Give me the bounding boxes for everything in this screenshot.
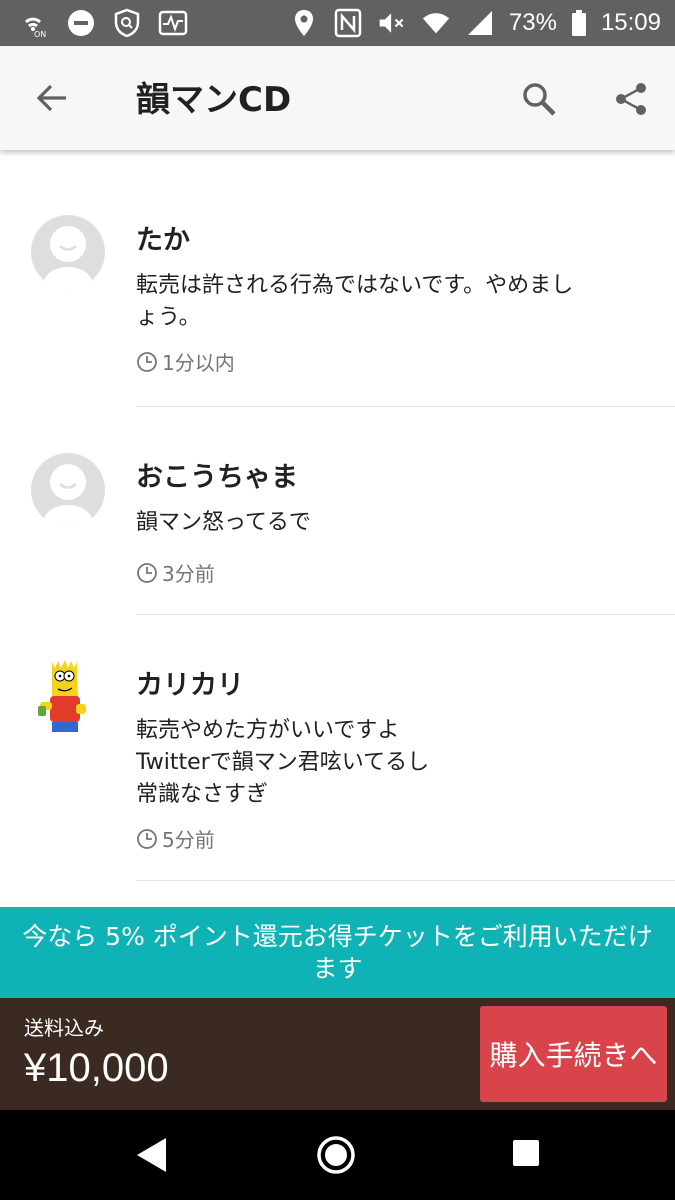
arrow-left-icon: [36, 84, 66, 112]
price: ¥10,000: [24, 1046, 169, 1090]
mute-icon: [377, 8, 407, 38]
clock-icon: [137, 351, 157, 372]
comment-time: 3分前: [136, 558, 215, 587]
comment-text-line: 転売やめた方がいいですよ: [136, 718, 400, 743]
battery-percent: 73%: [508, 9, 557, 36]
clock-icon: [137, 562, 157, 583]
comment-item: おこうちゃま 韻マン怒ってるで 3分前: [0, 408, 675, 616]
default-avatar-icon: [44, 464, 92, 527]
recent-square-icon[interactable]: [511, 1138, 541, 1168]
signal-icon: [465, 8, 495, 38]
purchase-bar: 送料込み ¥10,000 購入手続きへ: [0, 998, 675, 1110]
purchase-button[interactable]: 購入手続きへ: [480, 1006, 667, 1102]
comment-text-line: 転売は許される行為ではないです。やめまし: [136, 273, 574, 298]
comment-item: たか 転売は許される行為ではないです。やめまし ょう。 1分以内: [0, 150, 675, 408]
clock-icon: [137, 828, 157, 849]
wireless-on-icon: ON: [20, 8, 50, 38]
comment-time-label: 1分以内: [162, 351, 235, 375]
comment-text: 転売やめた方がいいですよ Twitterで韻マン君呟いてるし 常識なさすぎ: [136, 715, 656, 811]
comment-text-line: ょう。: [136, 305, 201, 330]
page-title: 韻マンCD: [136, 80, 292, 120]
comment-author: カリカリ: [136, 670, 244, 701]
avatar: [31, 215, 105, 289]
location-icon: [289, 8, 319, 38]
comment-text-line: 韻マン怒ってるで: [136, 510, 311, 535]
back-button[interactable]: [30, 76, 74, 120]
cartoon-character-avatar-icon: [38, 660, 86, 732]
divider: [136, 614, 675, 615]
svg-text:ON: ON: [34, 30, 46, 38]
comment-text: 韻マン怒ってるで: [136, 507, 656, 539]
avatar: [31, 453, 105, 527]
divider: [136, 880, 675, 881]
comment-author: たか: [136, 225, 190, 256]
default-avatar-icon: [44, 226, 92, 289]
battery-icon: [571, 8, 587, 38]
activity-monitor-icon: [158, 8, 188, 38]
search-button[interactable]: [516, 76, 562, 122]
comment-author: おこうちゃま: [136, 462, 298, 493]
home-circle-icon[interactable]: [316, 1135, 356, 1175]
divider: [136, 406, 675, 407]
do-not-disturb-icon: [66, 8, 96, 38]
share-button[interactable]: [608, 76, 654, 122]
system-nav-bar: [0, 1110, 675, 1200]
status-bar: ON 73% 15:09: [0, 0, 675, 46]
comment-text-line: 常識なさすぎ: [136, 782, 269, 807]
back-triangle-icon[interactable]: [134, 1135, 168, 1175]
comment-item: カリカリ 転売やめた方がいいですよ Twitterで韻マン君呟いてるし 常識なさ…: [0, 616, 675, 882]
comment-text-line: Twitterで韻マン君呟いてるし: [136, 750, 430, 775]
comment-time: 5分前: [136, 824, 215, 853]
shipping-label: 送料込み: [24, 1016, 104, 1040]
comment-time: 1分以内: [136, 347, 235, 376]
promo-banner[interactable]: 今なら 5% ポイント還元お得チケットをご利用いただけます: [0, 907, 675, 998]
clock: 15:09: [600, 9, 661, 36]
wifi-icon: [421, 8, 451, 38]
app-bar: 韻マンCD: [0, 46, 675, 150]
nfc-icon: [333, 8, 363, 38]
comment-time-label: 5分前: [162, 828, 215, 852]
share-icon: [616, 83, 646, 115]
shield-search-icon: [112, 8, 142, 38]
promo-banner-text: 今なら 5% ポイント還元お得チケットをご利用いただけます: [22, 921, 653, 983]
search-icon: [523, 83, 556, 116]
comment-text: 転売は許される行為ではないです。やめまし ょう。: [136, 270, 656, 334]
avatar: [30, 658, 98, 738]
comment-time-label: 3分前: [162, 562, 215, 586]
